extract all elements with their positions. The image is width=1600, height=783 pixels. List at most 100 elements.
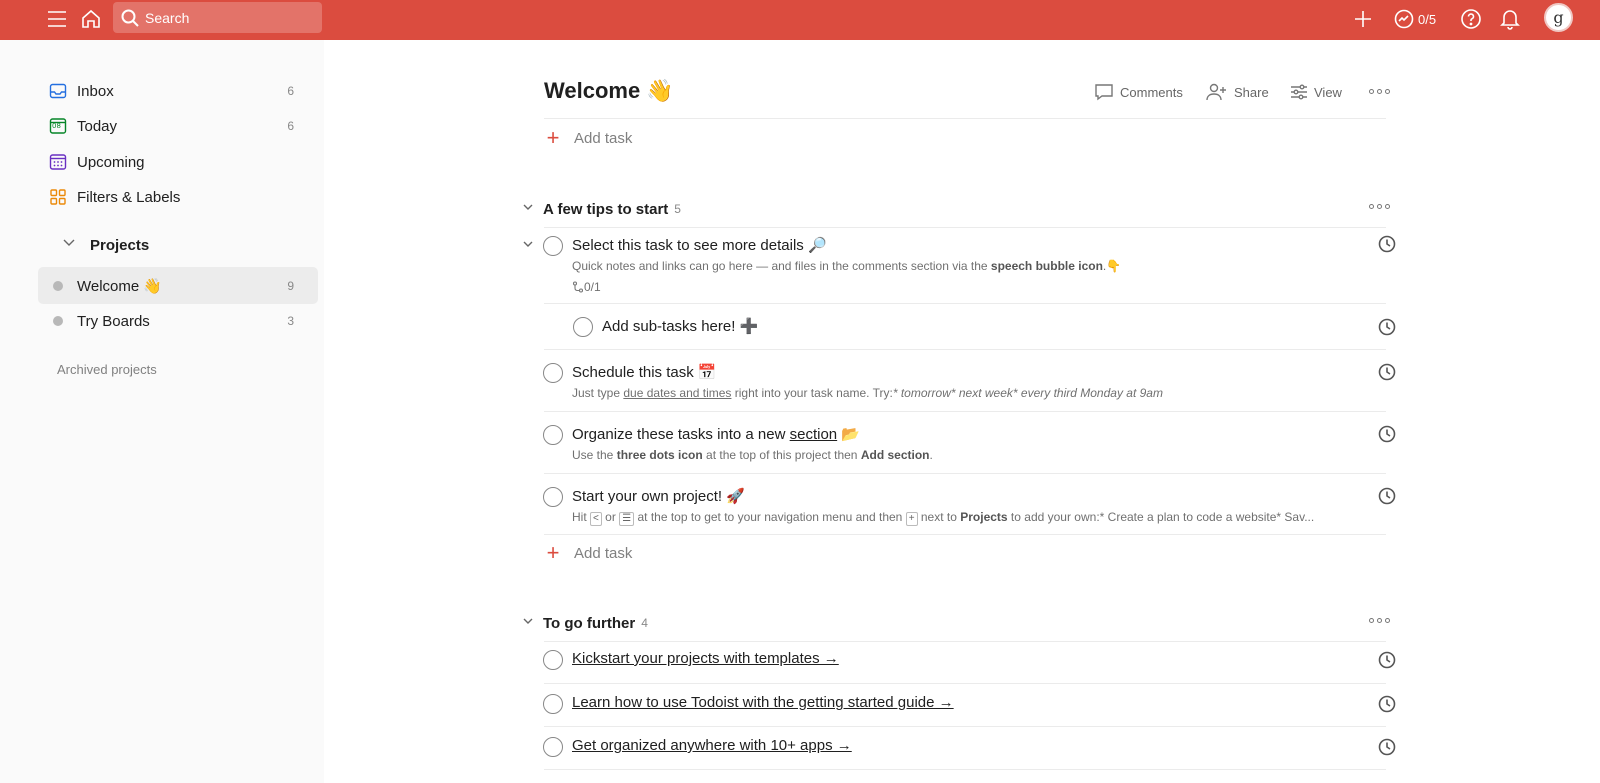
- section-more-options-icon[interactable]: [1369, 618, 1390, 623]
- calendar-upcoming-icon: [48, 152, 68, 172]
- sidebar-item-label: Inbox: [77, 82, 114, 100]
- view-label: View: [1314, 84, 1342, 100]
- sidebar-item-inbox[interactable]: Inbox 6: [38, 74, 318, 108]
- schedule-clock-icon[interactable]: [1378, 425, 1396, 448]
- add-task-button[interactable]: + Add task: [544, 540, 633, 565]
- schedule-clock-icon[interactable]: [1378, 318, 1396, 341]
- share-label: Share: [1234, 84, 1269, 100]
- plus-icon: +: [546, 125, 560, 150]
- sidebar-project-count: 3: [287, 314, 294, 328]
- divider: [544, 473, 1386, 474]
- section-count: 5: [674, 202, 681, 216]
- plus-icon: [1355, 11, 1371, 27]
- avatar[interactable]: g: [1544, 3, 1573, 32]
- comment-icon: [1095, 84, 1113, 101]
- productivity-button[interactable]: 0/5: [1394, 5, 1436, 33]
- chevron-down-icon[interactable]: [522, 200, 534, 218]
- help-icon: [1461, 9, 1481, 29]
- chevron-down-icon[interactable]: [522, 614, 534, 632]
- projects-header[interactable]: Projects: [48, 236, 149, 254]
- task-checkbox[interactable]: [543, 650, 563, 670]
- menu-icon[interactable]: [42, 4, 72, 34]
- divider: [544, 683, 1386, 684]
- main-content: Welcome 👋 Comments Share View + Add task…: [324, 40, 1600, 783]
- project-dot-icon: [48, 276, 68, 296]
- sidebar-project-label: Welcome 👋: [77, 277, 163, 295]
- sidebar-project-try-boards[interactable]: Try Boards 3: [38, 304, 318, 338]
- schedule-clock-icon[interactable]: [1378, 695, 1396, 718]
- chevron-down-icon[interactable]: [522, 237, 534, 255]
- schedule-clock-icon[interactable]: [1378, 738, 1396, 761]
- chevron-down-icon: [62, 236, 76, 254]
- subtask-icon: [572, 281, 584, 293]
- search-input[interactable]: Search: [113, 2, 322, 33]
- schedule-clock-icon[interactable]: [1378, 235, 1396, 258]
- divider: [544, 534, 1386, 535]
- task-title[interactable]: Select this task to see more details 🔎: [572, 236, 827, 254]
- home-icon[interactable]: [76, 4, 106, 34]
- inbox-icon: [48, 81, 68, 101]
- productivity-icon: [1394, 9, 1414, 29]
- sidebar-project-welcome[interactable]: Welcome 👋 9: [38, 267, 318, 304]
- plus-icon: +: [546, 540, 560, 565]
- divider: [544, 411, 1386, 412]
- comments-button[interactable]: Comments: [1094, 80, 1183, 104]
- today-day-number: 08: [52, 122, 61, 130]
- search-placeholder: Search: [145, 9, 190, 26]
- bell-icon: [1500, 10, 1520, 30]
- task-checkbox[interactable]: [543, 425, 563, 445]
- schedule-clock-icon[interactable]: [1378, 487, 1396, 510]
- share-button[interactable]: Share: [1206, 80, 1269, 104]
- project-dot-icon: [48, 311, 68, 331]
- task-description: Use the three dots icon at the top of th…: [572, 448, 933, 462]
- task-checkbox[interactable]: [543, 487, 563, 507]
- karma-count: 0/5: [1418, 11, 1437, 27]
- schedule-clock-icon[interactable]: [1378, 651, 1396, 674]
- task-checkbox[interactable]: [543, 236, 563, 256]
- task-title[interactable]: Organize these tasks into a new section …: [572, 425, 860, 443]
- task-checkbox[interactable]: [543, 363, 563, 383]
- add-task-label: Add task: [574, 544, 633, 562]
- task-title[interactable]: Learn how to use Todoist with the gettin…: [572, 694, 954, 711]
- sidebar-item-count: 6: [287, 84, 294, 98]
- sidebar-item-label: Today: [77, 117, 118, 135]
- sidebar-project-label: Try Boards: [77, 312, 150, 330]
- sidebar-item-today[interactable]: 08 Today 6: [38, 109, 318, 143]
- task-title[interactable]: Schedule this task 📅: [572, 363, 717, 381]
- task-title[interactable]: Add sub-tasks here! ➕: [602, 317, 758, 335]
- help-button[interactable]: [1456, 4, 1486, 34]
- notifications-button[interactable]: [1495, 4, 1525, 34]
- archived-projects-link[interactable]: Archived projects: [57, 362, 157, 377]
- sidebar: Inbox 6 08 Today 6 Upcoming Filters & La…: [0, 40, 324, 783]
- sidebar-item-filters-labels[interactable]: Filters & Labels: [38, 180, 318, 214]
- divider: [544, 641, 1386, 642]
- more-options-icon[interactable]: [1369, 89, 1390, 94]
- divider: [544, 726, 1386, 727]
- sidebar-item-upcoming[interactable]: Upcoming: [38, 145, 318, 179]
- task-description: Quick notes and links can go here — and …: [572, 259, 1122, 273]
- task-title[interactable]: Start your own project! 🚀: [572, 487, 745, 505]
- share-person-icon: [1206, 83, 1226, 101]
- task-checkbox[interactable]: [543, 694, 563, 714]
- subtask-count: 0/1: [584, 280, 601, 294]
- divider: [544, 303, 1386, 304]
- task-title[interactable]: Get organized anywhere with 10+ apps →: [572, 737, 852, 754]
- quick-add-button[interactable]: [1348, 4, 1378, 34]
- view-button[interactable]: View: [1290, 80, 1342, 104]
- schedule-clock-icon[interactable]: [1378, 363, 1396, 386]
- divider: [544, 769, 1386, 770]
- subtask-progress: 0/1: [572, 280, 601, 294]
- sliders-icon: [1291, 84, 1307, 100]
- sidebar-item-label: Filters & Labels: [77, 188, 181, 206]
- section-more-options-icon[interactable]: [1369, 204, 1390, 209]
- add-task-button[interactable]: + Add task: [544, 125, 633, 150]
- section-header[interactable]: A few tips to start 5: [522, 200, 681, 218]
- section-header[interactable]: To go further 4: [522, 614, 648, 632]
- sidebar-item-label: Upcoming: [77, 153, 145, 171]
- projects-label: Projects: [90, 236, 150, 254]
- sidebar-item-count: 6: [287, 119, 294, 133]
- task-title[interactable]: Kickstart your projects with templates →: [572, 650, 839, 667]
- task-checkbox[interactable]: [543, 737, 563, 757]
- add-task-label: Add task: [574, 129, 633, 147]
- task-checkbox[interactable]: [573, 317, 593, 337]
